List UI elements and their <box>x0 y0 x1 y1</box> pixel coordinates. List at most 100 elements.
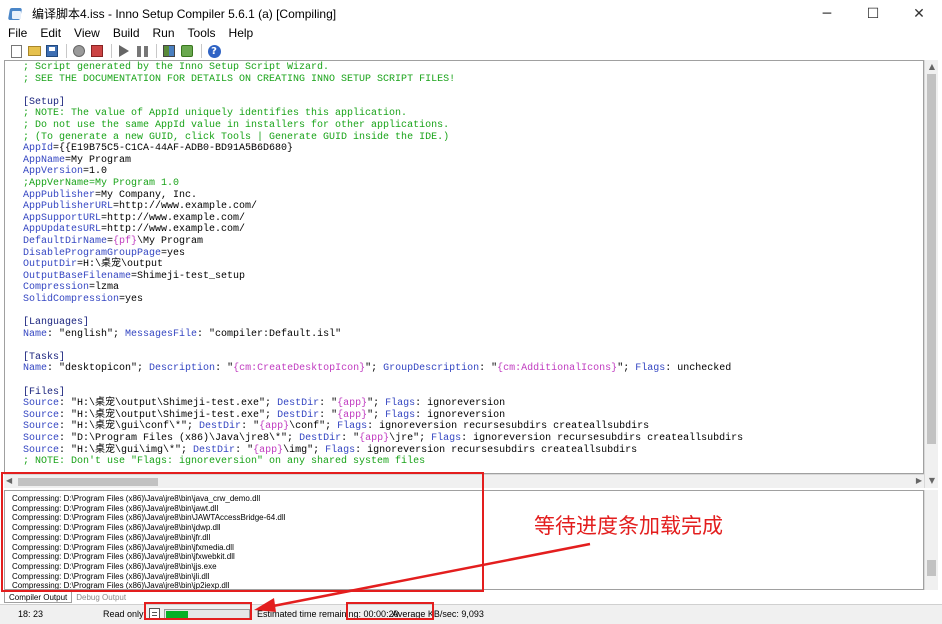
code-constant: {app} <box>359 433 390 444</box>
code-line: Compression=lzma <box>23 282 743 294</box>
scroll-thumb[interactable] <box>927 560 936 576</box>
annotation-text: 等待进度条加载完成 <box>534 514 723 538</box>
code-value: "; <box>367 398 386 410</box>
code-comment: ; SEE THE DOCUMENTATION FOR DETAILS ON C… <box>23 73 456 85</box>
scroll-thumb[interactable] <box>927 74 936 444</box>
code-key: Flags <box>635 363 666 375</box>
menu-file[interactable]: File <box>0 26 32 40</box>
code-value: =My Program <box>65 154 132 166</box>
editor-mode: Read only <box>103 609 144 619</box>
code-constant: {cm:AdditionalIcons} <box>497 363 618 375</box>
scroll-down-icon[interactable]: ▼ <box>927 476 937 486</box>
annotation-box-progress <box>144 602 252 620</box>
save-icon[interactable] <box>44 43 60 59</box>
code-key: AppPublisher <box>23 189 96 201</box>
code-value: : ignoreversion recursesubdirs createall… <box>355 444 638 456</box>
pause-icon[interactable] <box>134 43 150 59</box>
code-value: \My Program <box>137 235 204 247</box>
code-comment: ;AppVerName=My Program 1.0 <box>23 177 180 189</box>
stop-compile-icon[interactable] <box>89 43 105 59</box>
code-value: \img"; <box>283 444 326 456</box>
code-line: Source: "D:\Program Files (x86)\Java\jre… <box>23 433 743 445</box>
scroll-up-icon[interactable]: ▲ <box>927 62 937 72</box>
code-value: : " <box>341 433 360 444</box>
code-key: Flags <box>337 421 368 433</box>
code-line: AppSupportURL=http://www.example.com/ <box>23 213 743 225</box>
code-value: : " <box>479 363 498 375</box>
menu-build[interactable]: Build <box>105 26 145 40</box>
tab-debug-output[interactable]: Debug Output <box>72 592 130 603</box>
code-key: Name <box>23 328 48 340</box>
menu-tools[interactable]: Tools <box>180 26 221 40</box>
code-line: AppVersion=1.0 <box>23 166 743 178</box>
code-key: AppId <box>23 143 54 155</box>
code-section-header: [Tasks] <box>23 351 66 363</box>
code-line: [Setup] <box>23 97 743 109</box>
code-value: =yes <box>119 293 144 305</box>
code-value: \conf"; <box>289 421 338 433</box>
code-line: OutputDir=H:\桌宠\output <box>23 259 743 271</box>
toolbar-separator <box>156 44 157 58</box>
code-line: Name: "english"; MessagesFile: "compiler… <box>23 329 743 341</box>
code-value: =Shimeji-test_setup <box>131 270 246 282</box>
code-line: ; NOTE: Don't use "Flags: ignoreversion"… <box>23 456 743 468</box>
code-line: Source: "H:\桌宠\gui\img\*"; DestDir: "{ap… <box>23 445 743 457</box>
code-line: [Tasks] <box>23 352 743 364</box>
code-key: DestDir <box>199 421 242 433</box>
code-key: Source <box>23 433 60 444</box>
code-section-header: [Files] <box>23 386 66 398</box>
code-constant: {app} <box>337 409 368 421</box>
code-line: ; (To generate a new GUID, click Tools |… <box>23 132 743 144</box>
code-comment: ; NOTE: The value of AppId uniquely iden… <box>23 108 408 120</box>
code-line: AppUpdatesURL=http://www.example.com/ <box>23 224 743 236</box>
wizard-icon[interactable] <box>179 43 195 59</box>
code-comment: ; NOTE: Don't use "Flags: ignoreversion"… <box>23 456 426 468</box>
editor-vertical-scrollbar[interactable]: ▲ ▼ <box>924 60 938 488</box>
code-line: AppName=My Program <box>23 155 743 167</box>
code-key: DestDir <box>277 409 320 421</box>
compile-icon[interactable] <box>71 43 87 59</box>
target-icon[interactable] <box>161 43 177 59</box>
code-key: Source <box>23 444 60 456</box>
code-line: Name: "desktopicon"; Description: "{cm:C… <box>23 363 743 375</box>
menu-view[interactable]: View <box>66 26 105 40</box>
code-value: : ignoreversion recursesubdirs createall… <box>367 421 650 433</box>
code-value: : "desktopicon"; <box>47 363 150 375</box>
new-icon[interactable] <box>8 43 24 59</box>
menu-run[interactable]: Run <box>145 26 180 40</box>
code-line: AppPublisher=My Company, Inc. <box>23 190 743 202</box>
code-line: Source: "H:\桌宠\output\Shimeji-test.exe";… <box>23 410 743 422</box>
run-icon[interactable] <box>116 43 132 59</box>
code-key: DestDir <box>193 444 236 456</box>
cursor-position: 18: 23 <box>18 609 44 619</box>
code-key: Name <box>23 363 48 375</box>
script-editor[interactable]: ; Script generated by the Inno Setup Scr… <box>4 60 924 474</box>
code-constant: {pf} <box>113 235 138 247</box>
code-key: Compression <box>23 282 90 294</box>
code-comment: ; Script generated by the Inno Setup Scr… <box>23 62 330 73</box>
code-value: : ignoreversion recursesubdirs createall… <box>461 433 744 444</box>
code-value: : " <box>319 409 338 421</box>
code-key: Source <box>23 398 60 410</box>
code-value: : ignoreversion <box>415 409 506 421</box>
code-key: AppVersion <box>23 166 84 178</box>
code-value: \jre"; <box>389 433 432 444</box>
menu-edit[interactable]: Edit <box>32 26 66 40</box>
scroll-right-icon[interactable]: ▶ <box>916 476 922 485</box>
code-value: "; <box>365 363 384 375</box>
code-line: Source: "H:\桌宠\gui\conf\*"; DestDir: "{a… <box>23 421 743 433</box>
code-line: ; Script generated by the Inno Setup Scr… <box>23 62 743 74</box>
code-constant: {app} <box>259 421 290 433</box>
help-icon[interactable]: ? <box>206 43 222 59</box>
open-icon[interactable] <box>26 43 42 59</box>
toolbar-separator <box>201 44 202 58</box>
tab-compiler-output[interactable]: Compiler Output <box>4 592 73 603</box>
code-value: : " <box>215 363 234 375</box>
menu-help[interactable]: Help <box>221 26 259 40</box>
code-value: : "H:\桌宠\output\Shimeji-test.exe"; <box>59 398 278 410</box>
output-vertical-scrollbar[interactable] <box>924 490 938 590</box>
code-key: AppName <box>23 154 66 166</box>
code-line: ; SEE THE DOCUMENTATION FOR DETAILS ON C… <box>23 74 743 86</box>
